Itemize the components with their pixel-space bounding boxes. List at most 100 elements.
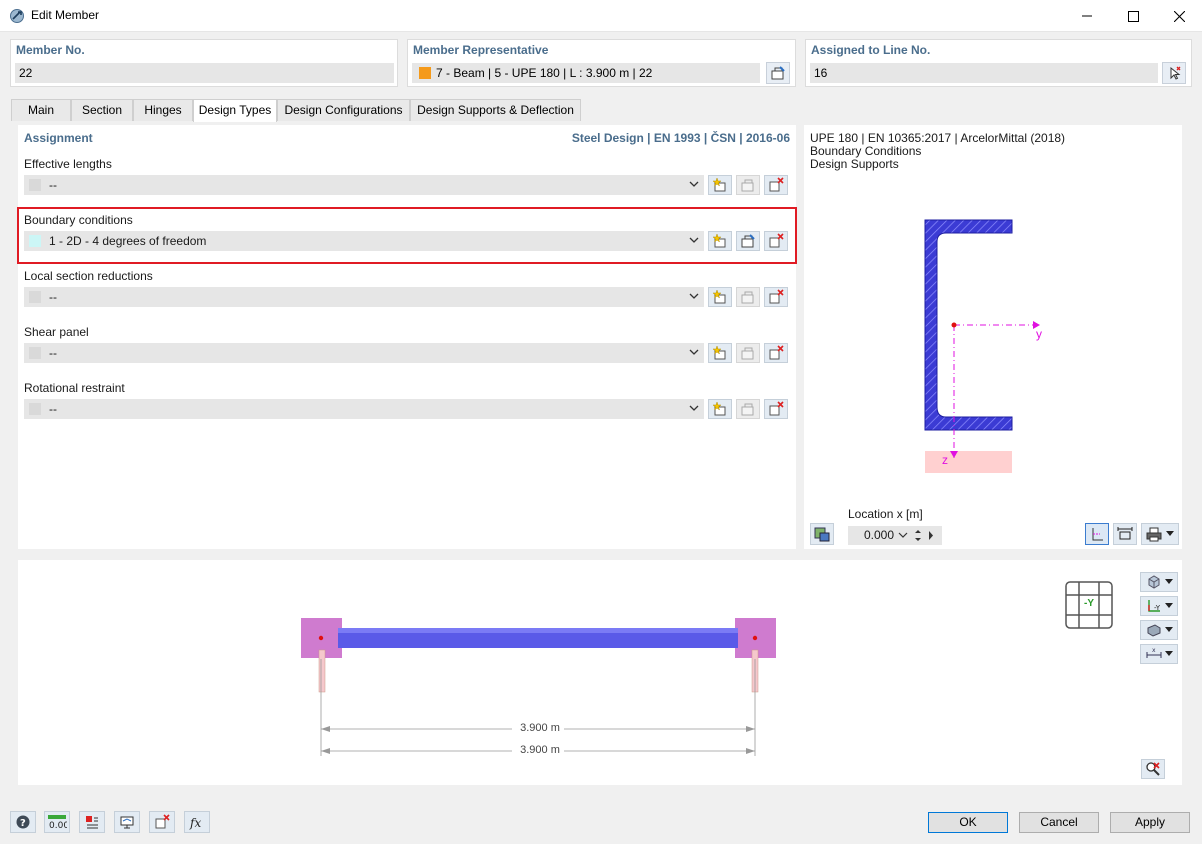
tab-design-types[interactable]: Design Types xyxy=(193,99,277,122)
view-mode-button[interactable] xyxy=(1140,572,1178,592)
design-standard: Steel Design | EN 1993 | ČSN | 2016-06 xyxy=(571,131,790,145)
edit-object-icon xyxy=(741,347,754,360)
display-options-icon xyxy=(120,816,134,829)
section-view-icon xyxy=(814,527,830,542)
pick-line-button[interactable] xyxy=(1162,62,1186,84)
shear-panel-delete-button[interactable] xyxy=(764,343,788,363)
help-button[interactable]: ? xyxy=(10,811,36,833)
view-cube-label: -Y xyxy=(1084,598,1094,609)
units-button[interactable]: 0.00 xyxy=(44,811,70,833)
effective-lengths-value: -- xyxy=(49,178,57,192)
boundary-conditions-new-button[interactable] xyxy=(708,231,732,251)
tab-hinges[interactable]: Hinges xyxy=(133,99,193,121)
spin-arrows-icon xyxy=(915,530,921,541)
local-section-reductions-delete-button[interactable] xyxy=(764,287,788,307)
location-value: 0.000 xyxy=(864,528,895,542)
boundary-conditions-delete-button[interactable] xyxy=(764,231,788,251)
app-icon xyxy=(9,8,25,24)
delete-assignment-button[interactable] xyxy=(149,811,175,833)
dimension-icon xyxy=(1117,527,1133,540)
support-region xyxy=(925,451,1012,473)
edit-object-icon xyxy=(741,179,754,192)
boundary-conditions-swatch xyxy=(29,235,41,247)
display-options-button[interactable] xyxy=(114,811,140,833)
rotational-restraint-edit-button[interactable] xyxy=(736,399,760,419)
representative-color-swatch xyxy=(419,67,431,79)
member-representative-panel: Member Representative 7 - Beam | 5 - UPE… xyxy=(407,39,796,87)
edit-object-icon xyxy=(741,291,754,304)
effective-lengths-delete-button[interactable] xyxy=(764,175,788,195)
dimension-label-2: 3.900 m xyxy=(520,744,560,756)
render-mode-button[interactable] xyxy=(1140,620,1178,640)
member-no-label: Member No. xyxy=(16,43,85,57)
section-drawing xyxy=(924,219,1040,473)
delete-item-icon xyxy=(769,177,784,192)
model-info-button[interactable] xyxy=(79,811,105,833)
chevron-down-icon xyxy=(689,181,699,187)
new-item-icon xyxy=(712,233,726,248)
show-axes-button[interactable] xyxy=(1085,523,1109,545)
ok-button[interactable]: OK xyxy=(928,812,1008,833)
chevron-down-icon xyxy=(689,237,699,243)
effective-lengths-label: Effective lengths xyxy=(24,157,112,171)
chevron-down-icon xyxy=(898,532,908,538)
rotational-restraint-delete-button[interactable] xyxy=(764,399,788,419)
help-icon: ? xyxy=(16,815,30,829)
view-direction-button[interactable]: -Y xyxy=(1140,596,1178,616)
location-label: Location x [m] xyxy=(848,507,923,521)
edit-representative-button[interactable] xyxy=(766,62,790,84)
print-menu-button[interactable] xyxy=(1141,523,1179,545)
shear-panel-label: Shear panel xyxy=(24,325,89,339)
effective-lengths-new-button[interactable] xyxy=(708,175,732,195)
effective-lengths-edit-button[interactable] xyxy=(736,175,760,195)
svg-text:?: ? xyxy=(20,818,26,829)
render-icon xyxy=(1147,624,1160,637)
shear-panel-edit-button[interactable] xyxy=(736,343,760,363)
effective-lengths-swatch xyxy=(29,179,41,191)
apply-button[interactable]: Apply xyxy=(1110,812,1190,833)
maximize-button[interactable] xyxy=(1110,0,1156,32)
effective-lengths-select[interactable]: -- xyxy=(24,175,704,195)
minimize-button[interactable] xyxy=(1064,0,1110,32)
local-section-reductions-new-button[interactable] xyxy=(708,287,732,307)
preview-settings-button[interactable] xyxy=(810,523,834,545)
dimension-label-1: 3.900 m xyxy=(520,722,560,734)
rotational-restraint-select[interactable]: -- xyxy=(24,399,704,419)
tab-design-supports-deflection[interactable]: Design Supports & Deflection xyxy=(410,99,581,121)
dimension-mode-button[interactable]: x xyxy=(1140,644,1178,664)
rotational-restraint-new-button[interactable] xyxy=(708,399,732,419)
tab-main[interactable]: Main xyxy=(11,99,71,121)
location-spinner[interactable]: 0.000 xyxy=(848,526,942,545)
new-item-icon xyxy=(712,345,726,360)
assigned-line-field[interactable]: 16 xyxy=(810,63,1158,83)
cancel-button[interactable]: Cancel xyxy=(1019,812,1099,833)
new-item-icon xyxy=(712,289,726,304)
assigned-line-label: Assigned to Line No. xyxy=(811,43,931,57)
local-section-reductions-value: -- xyxy=(49,290,57,304)
tab-section[interactable]: Section xyxy=(71,99,133,121)
member-drawing xyxy=(301,618,776,758)
member-no-field[interactable]: 22 xyxy=(15,63,394,83)
shear-panel-select[interactable]: -- xyxy=(24,343,704,363)
view-cube[interactable]: -Y xyxy=(1065,581,1113,629)
axis-y-label: y xyxy=(1036,327,1042,341)
delete-item-icon xyxy=(769,289,784,304)
decimal-places-icon: 0.00 xyxy=(48,815,67,830)
shear-panel-new-button[interactable] xyxy=(708,343,732,363)
axis-direction-icon: -Y xyxy=(1147,600,1160,612)
close-button[interactable] xyxy=(1156,0,1202,32)
formula-button[interactable]: fx xyxy=(184,811,210,833)
local-section-reductions-swatch xyxy=(29,291,41,303)
local-section-reductions-select[interactable]: -- xyxy=(24,287,704,307)
boundary-conditions-select[interactable]: 1 - 2D - 4 degrees of freedom xyxy=(24,231,704,251)
shear-panel-value: -- xyxy=(49,346,57,360)
member-representative-field[interactable]: 7 - Beam | 5 - UPE 180 | L : 3.900 m | 2… xyxy=(412,63,760,83)
tab-design-configurations[interactable]: Design Configurations xyxy=(277,99,410,121)
reset-view-button[interactable] xyxy=(1141,759,1165,779)
dimensions-button[interactable] xyxy=(1113,523,1137,545)
chevron-down-icon xyxy=(689,349,699,355)
boundary-conditions-edit-button[interactable] xyxy=(736,231,760,251)
local-section-reductions-edit-button[interactable] xyxy=(736,287,760,307)
edit-object-icon xyxy=(741,234,755,248)
assigned-line-panel: Assigned to Line No. 16 xyxy=(805,39,1192,87)
